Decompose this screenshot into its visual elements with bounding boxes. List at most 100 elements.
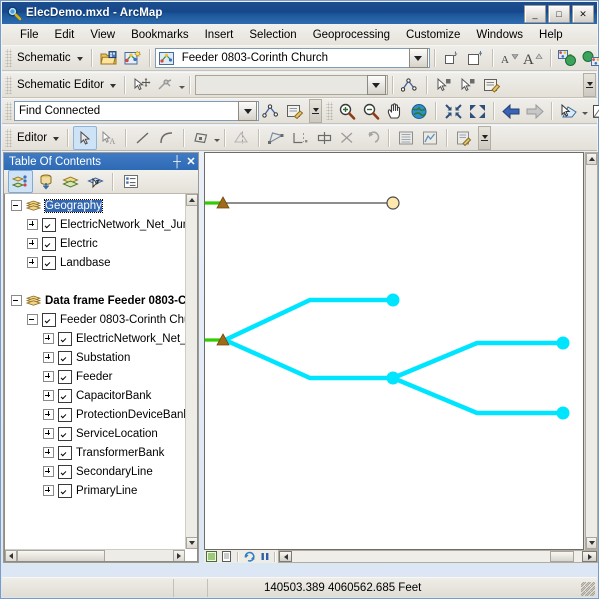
schematic-diagram-combo[interactable]: Feeder 0803-Corinth Church [154,48,430,68]
toc-row[interactable]: Feeder [5,367,185,386]
toc-row[interactable]: PrimaryLine [5,481,185,500]
fixed-zoom-in-icon[interactable] [441,99,465,123]
scroll-down-button[interactable] [186,537,197,549]
toc-item-label[interactable]: Geography [44,198,103,213]
fixed-zoom-out-icon[interactable] [465,99,489,123]
expand-icon[interactable] [43,409,54,420]
reduce-node-icon[interactable] [154,73,178,97]
select-features-icon[interactable] [557,99,581,123]
list-by-selection-icon[interactable] [83,170,108,193]
pause-drawing-icon[interactable] [257,550,272,563]
expand-icon[interactable] [43,352,54,363]
menu-file[interactable]: File [12,27,47,43]
toc-item-label[interactable]: SecondaryLine [76,466,153,478]
layer-visibility-checkbox[interactable] [42,236,56,251]
select-link-icon[interactable] [456,73,480,97]
trace-results-icon[interactable] [283,99,307,123]
toolbar-grip[interactable] [5,102,12,120]
toc-row[interactable]: ProtectionDeviceBank [5,405,185,424]
cut-polygons-icon[interactable] [336,126,360,150]
split-tool-icon[interactable] [288,126,312,150]
menu-view[interactable]: View [82,27,123,43]
map-vertical-scrollbar[interactable] [585,152,598,550]
schematic-editor-combo[interactable] [194,75,388,95]
minimize-button[interactable]: _ [524,5,546,23]
full-extent-icon[interactable] [407,99,431,123]
shrink-symbol-icon[interactable] [440,46,464,70]
expand-icon[interactable] [43,485,54,496]
toc-item-label[interactable]: ElectricNetwork_Net_Junc [60,219,185,231]
toc-row[interactable]: Data frame Feeder 0803-C [5,291,185,310]
list-by-drawing-order-icon[interactable] [8,170,33,193]
layer-visibility-checkbox[interactable] [58,407,72,422]
zoom-in-icon[interactable] [335,99,359,123]
expand-icon[interactable] [27,238,38,249]
editor-menu-caret-icon[interactable] [53,137,60,141]
toc-row[interactable]: Landbase [5,253,185,272]
toc-row[interactable]: ServiceLocation [5,424,185,443]
zoom-out-icon[interactable] [359,99,383,123]
data-view-icon[interactable] [204,550,219,563]
open-folder-icon[interactable] [97,46,121,70]
toolbar-grip[interactable] [5,129,12,147]
decrease-font-icon[interactable]: A [498,46,522,70]
pan-icon[interactable] [383,99,407,123]
sketch-properties-dropdown-icon[interactable] [214,138,221,142]
options-icon[interactable] [118,170,143,193]
close-button[interactable]: ✕ [572,5,594,23]
toolbar-overflow-icon[interactable] [583,73,596,97]
new-diagram-icon[interactable] [121,46,145,70]
expand-icon[interactable] [27,257,38,268]
mirror-features-icon[interactable] [230,126,254,150]
schematic-diagram-combo-dropdown[interactable] [408,48,428,68]
expand-icon[interactable] [43,428,54,439]
expand-icon[interactable] [43,447,54,458]
menu-windows[interactable]: Windows [468,27,531,43]
menu-customize[interactable]: Customize [398,27,468,43]
editor-menu-label[interactable]: Editor [14,132,50,144]
schematic-menu-label[interactable]: Schematic [14,52,74,64]
update-diagram-icon[interactable] [580,46,599,70]
toolbar-grip[interactable] [326,102,333,120]
toolbar-overflow-icon[interactable] [478,126,492,150]
schematic-menu-caret-icon[interactable] [76,57,83,61]
toc-row[interactable]: CapacitorBank [5,386,185,405]
toc-item-label[interactable]: Feeder [76,371,112,383]
toc-hscroll-thumb[interactable] [17,550,105,561]
trace-task-combo-dropdown[interactable] [238,101,257,121]
toc-row[interactable]: ElectricNetwork_Net_Junc [5,215,185,234]
toc-item-label[interactable]: TransformerBank [76,447,164,459]
enlarge-symbol-icon[interactable] [464,46,488,70]
move-node-icon[interactable] [130,73,154,97]
resize-grip[interactable] [581,582,595,596]
rotate-icon[interactable] [312,126,336,150]
toolbar-grip[interactable] [5,76,12,94]
toc-item-label[interactable]: Electric [60,238,98,250]
toc-tree[interactable]: Geography ElectricNetwork_Net_Junc Electri… [5,194,185,549]
refresh-view-icon[interactable] [242,550,257,563]
toc-row[interactable]: ElectricNetwork_Net_J [5,329,185,348]
expand-icon[interactable] [27,219,38,230]
list-by-visibility-icon[interactable] [58,170,83,193]
edit-annotation-tool-icon[interactable] [452,126,476,150]
toc-item-label[interactable]: CapacitorBank [76,390,151,402]
edit-annotation-icon[interactable]: A [97,126,121,150]
maximize-button[interactable]: □ [548,5,570,23]
scroll-left-button[interactable] [5,550,17,561]
go-next-extent-icon[interactable] [523,99,547,123]
go-back-extent-icon[interactable] [499,99,523,123]
expand-icon[interactable] [43,333,54,344]
close-icon[interactable]: ✕ [184,155,198,168]
layer-visibility-checkbox[interactable] [58,331,72,346]
map-canvas[interactable] [204,152,584,550]
menu-geoprocessing[interactable]: Geoprocessing [305,27,398,43]
menu-bookmarks[interactable]: Bookmarks [123,27,197,43]
toc-item-label[interactable]: ServiceLocation [76,428,158,440]
toc-item-label[interactable]: Data frame Feeder 0803-C [45,295,185,307]
scroll-right-button[interactable] [582,551,597,562]
trace-task-combo[interactable]: Find Connected [14,101,259,121]
layer-visibility-checkbox[interactable] [58,445,72,460]
undo-edit-icon[interactable] [360,126,384,150]
straight-segment-icon[interactable] [131,126,155,150]
trace-task-combo-value[interactable]: Find Connected [15,105,238,117]
